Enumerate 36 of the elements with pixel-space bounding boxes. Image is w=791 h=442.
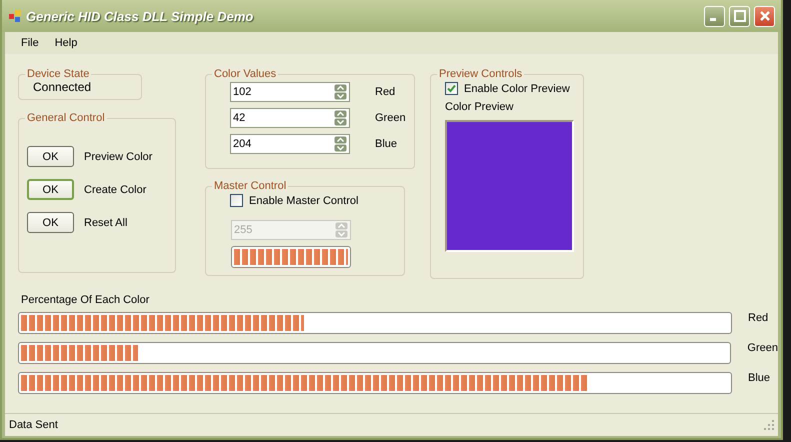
ok-button[interactable]: OK (27, 179, 74, 200)
checkbox-label: Enable Master Control (249, 194, 358, 206)
button-caption: Create Color (84, 184, 146, 196)
app-icon (8, 9, 22, 23)
device-status: Connected (33, 80, 92, 94)
menu-item[interactable]: File (15, 35, 45, 51)
close-button[interactable] (754, 6, 775, 26)
bar-label: Green (747, 342, 778, 354)
menu-item[interactable]: Help (48, 35, 84, 51)
window-title: Generic HID Class DLL Simple Demo (26, 8, 254, 24)
bar-label: Red (748, 312, 768, 324)
field-label: Blue (375, 138, 398, 150)
preview-label: Color Preview (445, 101, 514, 113)
checkbox[interactable] (445, 82, 458, 95)
group-title: General Control (26, 112, 106, 124)
minimize-button[interactable] (704, 6, 725, 26)
field-label: Green (375, 112, 406, 124)
resize-grip-icon (764, 420, 774, 430)
status-text: Data Sent (9, 419, 58, 431)
field-label: Red (375, 86, 396, 98)
group-title: Preview Controls (438, 68, 524, 80)
section-label: Percentage Of Each Color (21, 294, 150, 306)
maximize-icon (734, 10, 746, 22)
close-icon (758, 10, 770, 22)
button-caption: Preview Color (84, 150, 152, 162)
button-caption: Reset All (84, 216, 128, 228)
group-title: Master Control (213, 180, 288, 192)
group-title: Color Values (213, 68, 278, 80)
maximize-button[interactable] (729, 6, 750, 26)
checkbox-label: Enable Color Preview (464, 82, 570, 94)
bar-label: Blue (748, 372, 770, 384)
checkbox[interactable] (230, 194, 243, 207)
ok-button[interactable]: OK (27, 212, 74, 233)
ok-button[interactable]: OK (27, 146, 74, 167)
minimize-icon (710, 18, 716, 21)
group-title: Device State (26, 68, 90, 80)
